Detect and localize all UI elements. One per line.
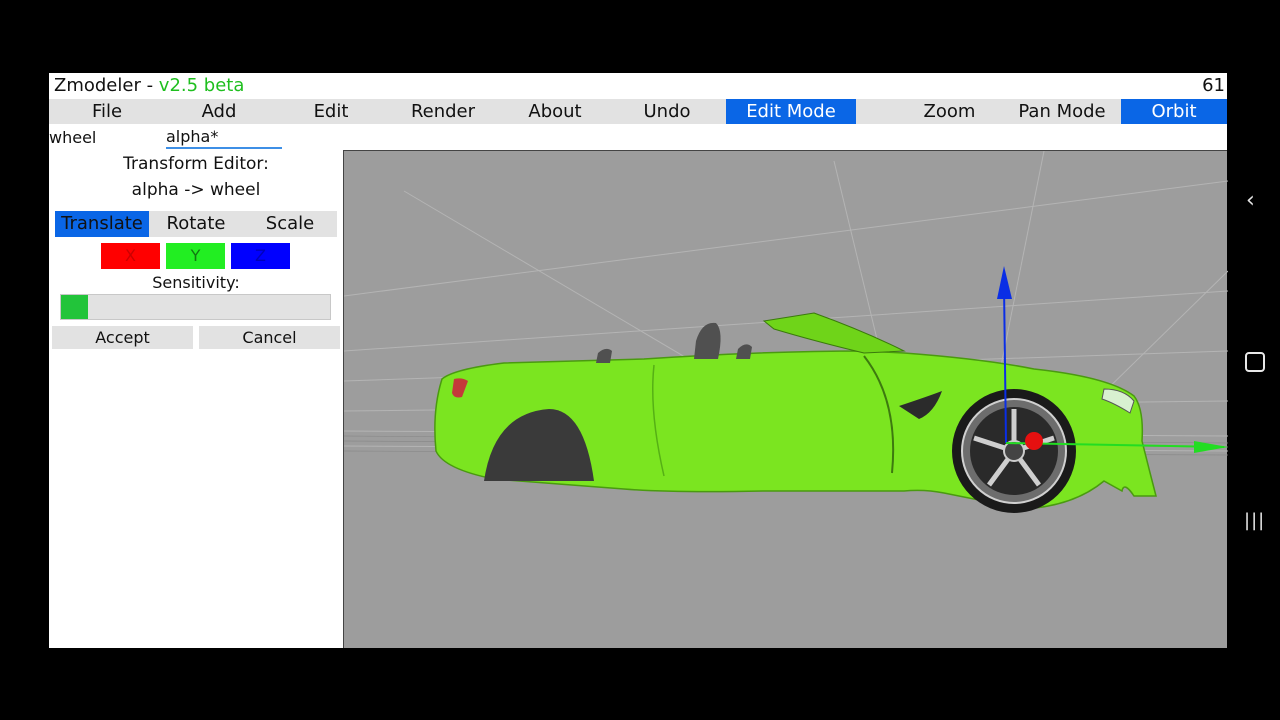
accept-button[interactable]: Accept [52, 326, 193, 349]
menu-edit-mode-button[interactable]: Edit Mode [726, 99, 856, 124]
transform-editor-panel: Transform Editor: alpha -> wheel Transla… [49, 150, 343, 648]
menu-add-button[interactable]: Add [165, 99, 273, 124]
3d-viewport[interactable] [343, 150, 1228, 648]
menu-blank-button[interactable] [858, 99, 898, 124]
home-square-icon[interactable] [1245, 352, 1265, 372]
tab-translate[interactable]: Translate [55, 211, 149, 237]
front-wheel[interactable] [952, 389, 1076, 513]
title-bar: Zmodeler - v2.5 beta 61 [49, 73, 1227, 99]
menu-render-button[interactable]: Render [389, 99, 497, 124]
axis-z-button[interactable]: Z [231, 243, 290, 269]
menu-bar: File Add Edit Render About Undo Edit Mod… [49, 99, 1227, 124]
gizmo-x-handle[interactable] [1025, 432, 1043, 450]
app-version: v2.5 beta [158, 75, 245, 96]
tab-scale[interactable]: Scale [243, 211, 337, 237]
object-name-label[interactable]: wheel [49, 128, 96, 147]
object-path-bar: wheel [49, 124, 343, 150]
axis-y-button[interactable]: Y [166, 243, 225, 269]
app-name: Zmodeler - [54, 75, 159, 96]
object-filter-input[interactable] [166, 125, 282, 149]
menu-undo-button[interactable]: Undo [613, 99, 721, 124]
car-model[interactable] [434, 312, 1157, 513]
fps-counter: 61 [1202, 75, 1225, 96]
menu-zoom-button[interactable]: Zoom [900, 99, 999, 124]
windshield-frame [762, 312, 906, 354]
viewport-scene [344, 151, 1228, 513]
sensitivity-label: Sensitivity: [152, 273, 240, 292]
zmodeler-app-window: Zmodeler - v2.5 beta 61 File Add Edit Re… [49, 73, 1228, 648]
menu-edit-button[interactable]: Edit [277, 99, 385, 124]
menu-about-button[interactable]: About [501, 99, 609, 124]
seat-front [694, 322, 721, 359]
menu-pan-mode-button[interactable]: Pan Mode [1007, 99, 1117, 124]
menu-file-button[interactable]: File [52, 99, 162, 124]
axis-x-button[interactable]: X [101, 243, 160, 269]
sensitivity-slider-fill [61, 295, 88, 319]
recents-lines-icon[interactable]: ||| [1244, 510, 1265, 531]
transform-editor-subtitle: alpha -> wheel [131, 180, 261, 200]
seat-rear-right [736, 344, 752, 359]
menu-orbit-button[interactable]: Orbit [1121, 99, 1227, 124]
cancel-button[interactable]: Cancel [199, 326, 340, 349]
gizmo-z-arrow[interactable] [997, 266, 1012, 299]
transform-editor-title: Transform Editor: [123, 154, 269, 174]
sensitivity-slider[interactable] [60, 294, 331, 320]
seat-rear-left [596, 348, 612, 363]
app-title: Zmodeler - v2.5 beta [54, 75, 244, 96]
tab-rotate[interactable]: Rotate [149, 211, 243, 237]
back-chevron-icon[interactable]: ‹ [1246, 188, 1255, 213]
